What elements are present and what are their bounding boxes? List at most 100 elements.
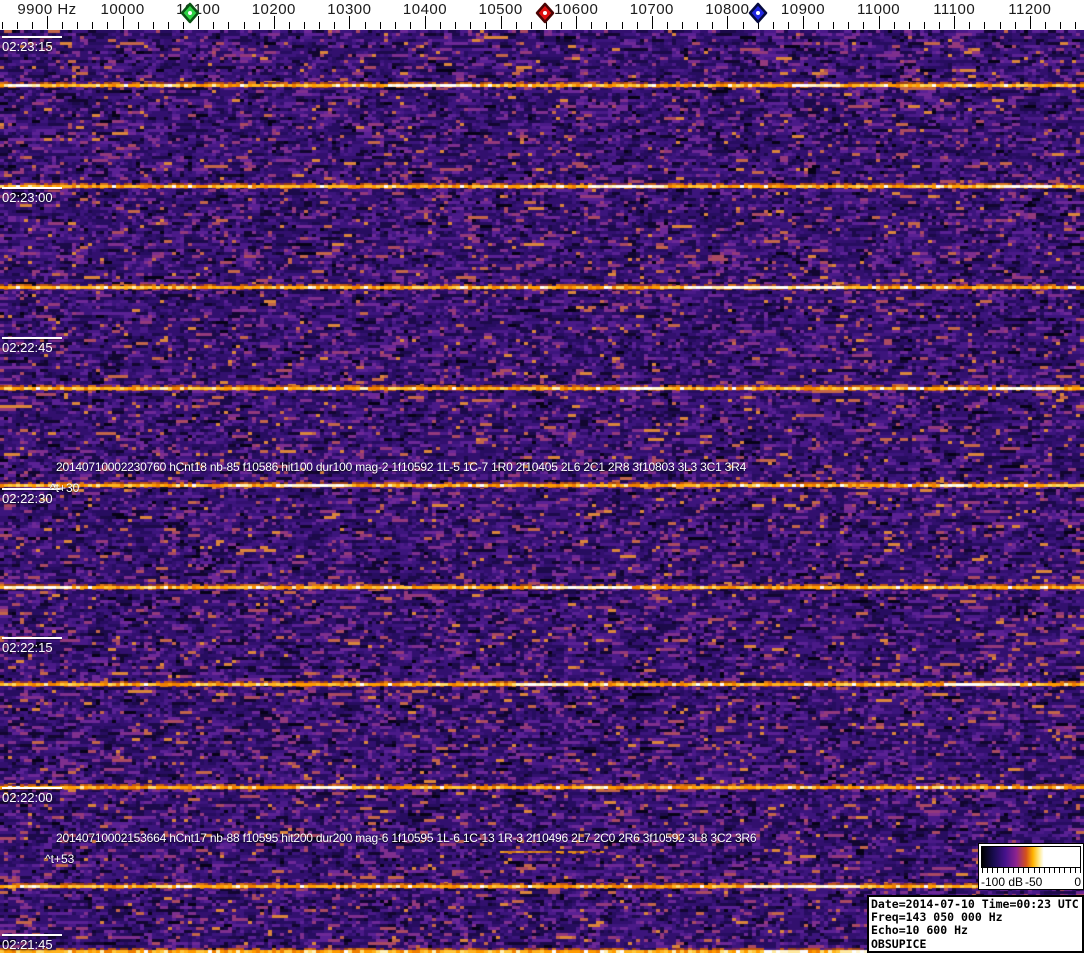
time-label: 02:23:00 [2, 190, 53, 205]
freq-minor-tick [606, 22, 608, 29]
freq-axis-label: 11100 [933, 1, 976, 18]
freq-minor-tick [152, 22, 154, 29]
freq-minor-tick [923, 22, 925, 29]
freq-axis-label: 10500 [478, 1, 523, 18]
colorbar-tick [1074, 868, 1076, 873]
colorbar-tick [1018, 868, 1020, 873]
time-tick [2, 934, 62, 936]
colorbar-ticks [982, 868, 1081, 875]
freq-minor-tick [848, 22, 850, 29]
freq-minor-tick [621, 22, 623, 29]
colorbar-gradient [981, 846, 1081, 868]
detection-time-marker: ^t+30 [50, 481, 80, 495]
freq-minor-tick [939, 22, 941, 29]
freq-minor-tick [636, 22, 638, 29]
freq-minor-tick [440, 22, 442, 29]
freq-minor-tick [62, 22, 64, 29]
freq-minor-tick [485, 22, 487, 29]
db-colorbar: -100 dB -50 0 [978, 843, 1084, 890]
colorbar-labels: -100 dB -50 0 [979, 875, 1083, 889]
colorbar-tick [1069, 868, 1071, 873]
colorbar-min-label: -100 dB [981, 875, 1024, 889]
freq-minor-tick [364, 22, 366, 29]
colorbar-tick [1064, 868, 1066, 873]
freq-minor-tick [16, 22, 18, 29]
time-tick [2, 637, 62, 639]
freq-axis-label: 10700 [629, 1, 674, 18]
freq-minor-tick [682, 22, 684, 29]
axis-marker-green-diamond-icon[interactable] [180, 2, 200, 24]
freq-minor-tick [742, 22, 744, 29]
freq-minor-tick [863, 22, 865, 29]
frequency-axis: 9900 Hz 10000 10100 10200 10300 10400 10500 106… [0, 0, 1084, 30]
freq-minor-tick [213, 22, 215, 29]
detection-text: 20140710002230760 hCnt18 nb-85 f10586 hi… [56, 460, 747, 474]
freq-minor-tick [515, 22, 517, 29]
colorbar-mid-label: -50 [1025, 875, 1043, 889]
freq-minor-tick [107, 22, 109, 29]
freq-axis-label: 10000 [100, 1, 145, 18]
axis-marker-blue-diamond-icon[interactable] [748, 2, 768, 24]
freq-minor-tick [818, 22, 820, 29]
time-label: 02:23:15 [2, 39, 53, 54]
freq-axis-label: 10400 [402, 1, 448, 18]
colorbar-tick [992, 868, 994, 873]
freq-minor-tick [92, 22, 94, 29]
freq-minor-tick [288, 22, 290, 29]
freq-minor-tick [893, 22, 895, 29]
freq-minor-tick [470, 22, 472, 29]
freq-minor-tick [31, 22, 33, 29]
freq-minor-tick [334, 22, 336, 29]
freq-minor-tick [772, 22, 774, 29]
freq-minor-tick [712, 22, 714, 29]
time-tick [2, 36, 62, 38]
time-tick [2, 187, 62, 189]
freq-minor-tick [530, 22, 532, 29]
freq-minor-tick [984, 22, 986, 29]
freq-minor-tick [969, 22, 971, 29]
freq-axis-label: 10600 [554, 1, 599, 18]
freq-minor-tick [1044, 22, 1046, 29]
colorbar-tick [1048, 868, 1050, 873]
freq-minor-tick [379, 22, 381, 29]
colorbar-tick [1002, 868, 1004, 873]
freq-axis-label: 11000 [857, 1, 901, 18]
time-tick [2, 337, 62, 339]
time-label: 02:21:45 [2, 937, 53, 952]
freq-minor-tick [228, 22, 230, 29]
time-label: 02:22:15 [2, 640, 53, 655]
freq-minor-tick [666, 22, 668, 29]
colorbar-tick [1079, 868, 1081, 873]
freq-minor-tick [304, 22, 306, 29]
freq-axis-label: 10900 [780, 1, 826, 18]
colorbar-tick [1059, 868, 1061, 873]
axis-marker-red-diamond-icon[interactable] [535, 2, 555, 24]
freq-axis-label: 9900 Hz [17, 1, 77, 18]
freq-minor-tick [908, 22, 910, 29]
info-station: OBSUPICE [871, 936, 927, 951]
freq-axis-label: 11200 [1008, 1, 1052, 18]
freq-minor-tick [243, 22, 245, 29]
freq-minor-tick [319, 22, 321, 29]
time-label: 02:22:00 [2, 790, 53, 805]
freq-minor-tick [999, 22, 1001, 29]
freq-axis-label: 10200 [251, 1, 296, 18]
waterfall-spectrogram-canvas [0, 30, 1084, 953]
freq-minor-tick [1014, 22, 1016, 29]
freq-minor-tick [409, 22, 411, 29]
colorbar-tick [1012, 868, 1014, 873]
colorbar-max-label: 0 [1074, 875, 1081, 889]
colorbar-tick [987, 868, 989, 873]
freq-minor-tick [394, 22, 396, 29]
colorbar-tick [997, 868, 999, 873]
observation-info-box: Date=2014-07-10 Time=00:23 UTC Freq=143 … [867, 895, 1084, 953]
colorbar-tick [982, 868, 983, 873]
colorbar-tick [1023, 868, 1025, 873]
freq-minor-tick [258, 22, 260, 29]
freq-minor-tick [561, 22, 563, 29]
freq-minor-tick [167, 22, 169, 29]
time-label: 02:22:45 [2, 340, 53, 355]
colorbar-tick [1033, 868, 1035, 873]
freq-minor-tick [787, 22, 789, 29]
colorbar-tick [1054, 868, 1056, 873]
